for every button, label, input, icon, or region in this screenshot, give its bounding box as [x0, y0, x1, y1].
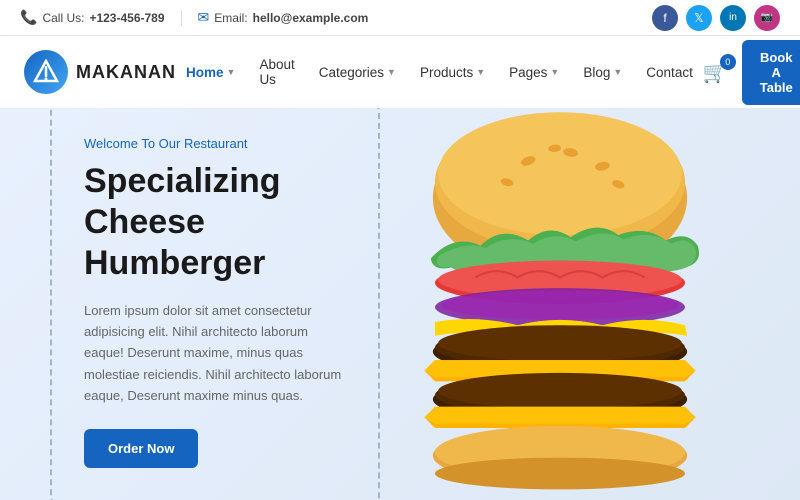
burger-illustration	[380, 108, 740, 500]
chevron-down-icon: ▼	[387, 67, 396, 77]
social-icons: f 𝕏 in 📷	[652, 5, 780, 31]
hero-title: Specializing Cheese Humberger	[84, 161, 346, 283]
nav-contact-label: Contact	[646, 65, 693, 80]
nav-categories[interactable]: Categories ▼	[309, 57, 406, 88]
cart-badge: 0	[720, 54, 736, 70]
nav-about[interactable]: About Us	[249, 49, 304, 95]
order-now-button[interactable]: Order Now	[84, 429, 198, 468]
chevron-down-icon: ▼	[227, 67, 236, 77]
linkedin-icon[interactable]: in	[720, 5, 746, 31]
header: MAKANAN Home ▼ About Us Categories ▼ Pro…	[0, 36, 800, 108]
top-bar: 📞 Call Us: +123-456-789 ✉ Email: hello@e…	[0, 0, 800, 36]
facebook-icon[interactable]: f	[652, 5, 678, 31]
header-right: 🛒 0 Book A Table	[703, 40, 800, 105]
book-table-button[interactable]: Book A Table	[742, 40, 800, 105]
main-nav: Home ▼ About Us Categories ▼ Products ▼ …	[176, 49, 703, 95]
logo: MAKANAN	[24, 50, 176, 94]
nav-categories-label: Categories	[319, 65, 384, 80]
chevron-down-icon: ▼	[476, 67, 485, 77]
call-info: 📞 Call Us: +123-456-789	[20, 9, 165, 26]
divider	[181, 10, 182, 26]
hero-content: Welcome To Our Restaurant Specializing C…	[50, 108, 380, 500]
nav-blog-label: Blog	[583, 65, 610, 80]
chevron-down-icon: ▼	[613, 67, 622, 77]
call-label: Call Us:	[42, 11, 84, 25]
email-icon: ✉	[198, 9, 210, 26]
logo-icon	[24, 50, 68, 94]
nav-products[interactable]: Products ▼	[410, 57, 495, 88]
email-address: hello@example.com	[253, 11, 369, 25]
hero-box: Welcome To Our Restaurant Specializing C…	[50, 108, 380, 500]
logo-text: MAKANAN	[76, 62, 176, 83]
hero-section: Welcome To Our Restaurant Specializing C…	[0, 108, 800, 500]
nav-contact[interactable]: Contact	[636, 57, 703, 88]
top-bar-left: 📞 Call Us: +123-456-789 ✉ Email: hello@e…	[20, 9, 368, 26]
welcome-text: Welcome To Our Restaurant	[84, 136, 346, 151]
nav-home[interactable]: Home ▼	[176, 57, 245, 88]
hero-image	[380, 108, 740, 500]
hero-description: Lorem ipsum dolor sit amet consectetur a…	[84, 300, 346, 407]
nav-about-label: About Us	[259, 57, 294, 87]
nav-blog[interactable]: Blog ▼	[573, 57, 632, 88]
nav-home-label: Home	[186, 65, 224, 80]
email-info: ✉ Email: hello@example.com	[198, 9, 369, 26]
phone-number: +123-456-789	[89, 11, 164, 25]
phone-icon: 📞	[20, 9, 37, 26]
twitter-icon[interactable]: 𝕏	[686, 5, 712, 31]
nav-products-label: Products	[420, 65, 473, 80]
nav-pages-label: Pages	[509, 65, 547, 80]
chevron-down-icon: ▼	[550, 67, 559, 77]
email-label: Email:	[214, 11, 247, 25]
nav-pages[interactable]: Pages ▼	[499, 57, 569, 88]
cart-button[interactable]: 🛒 0	[703, 60, 728, 85]
instagram-icon[interactable]: 📷	[754, 5, 780, 31]
